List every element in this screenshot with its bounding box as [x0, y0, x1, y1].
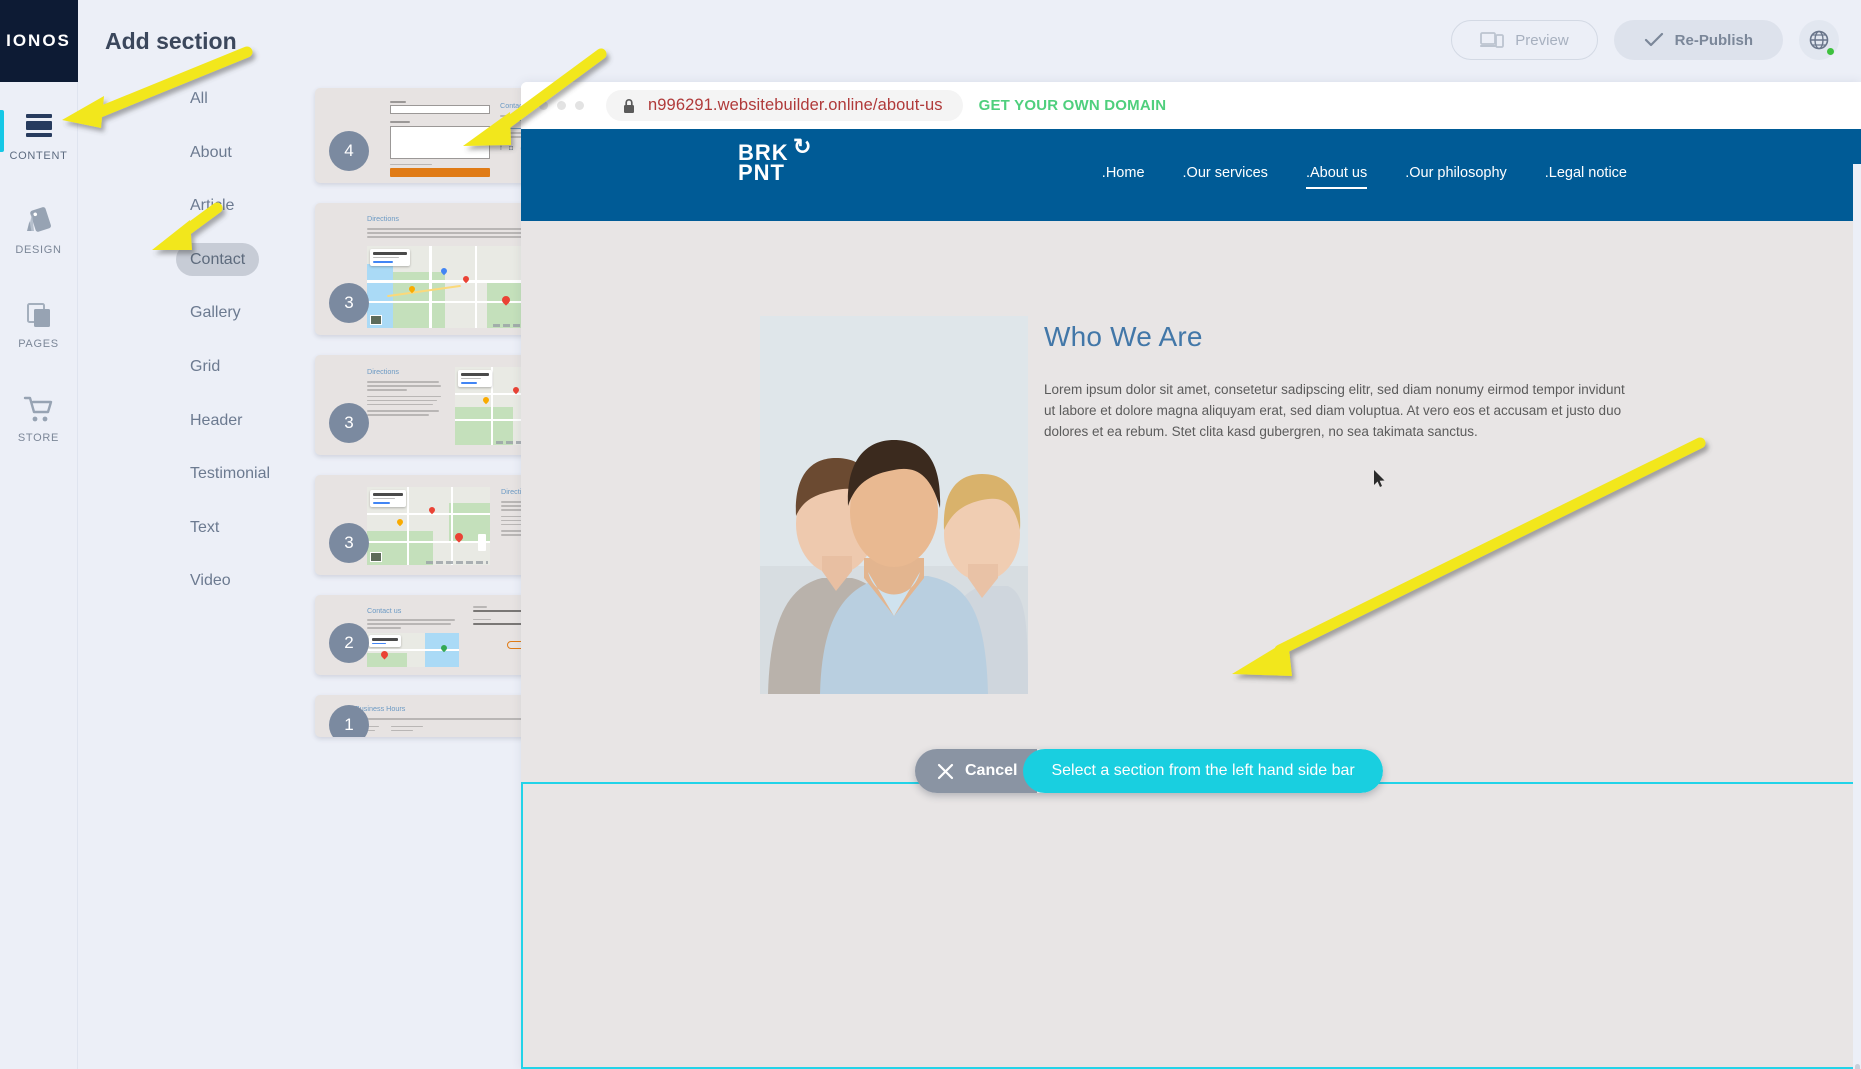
who-we-are-section: Who We Are Lorem ipsum dolor sit amet, c…: [1044, 321, 1629, 443]
thumbnail-badge: 3: [329, 403, 369, 443]
category-all[interactable]: All: [176, 82, 222, 116]
canvas-scrollbar[interactable]: [1855, 1064, 1860, 1069]
category-gallery[interactable]: Gallery: [176, 296, 255, 330]
team-photo: [760, 316, 1028, 694]
category-contact[interactable]: Contact: [176, 242, 260, 277]
map-info-card: [370, 490, 406, 508]
map-info-card: [369, 635, 401, 648]
preview-button[interactable]: Preview: [1451, 20, 1598, 60]
section-category-list: All About Article Contact Gallery Grid H…: [176, 82, 296, 618]
republish-label: Re-Publish: [1674, 31, 1753, 49]
pages-icon: [26, 302, 50, 327]
site-navigation: .Home .Our services .About us .Our philo…: [1102, 165, 1627, 189]
site-body: Who We Are Lorem ipsum dolor sit amet, c…: [521, 221, 1861, 791]
rail-item-design[interactable]: DESIGN: [0, 192, 78, 270]
preview-address-bar: n996291.websitebuilder.online/about-us G…: [521, 82, 1861, 129]
globe-icon: [1809, 30, 1829, 50]
url-pill[interactable]: n996291.websitebuilder.online/about-us: [606, 90, 963, 121]
mouse-cursor: [1374, 470, 1385, 487]
thumbnail-badge: 3: [329, 523, 369, 563]
map-info-card: [458, 370, 492, 388]
panel-title: Add section: [105, 28, 237, 54]
url-text: n996291.websitebuilder.online/about-us: [648, 96, 943, 114]
map-zoom-controls: [478, 534, 486, 551]
map-streetview-thumb: [370, 315, 382, 325]
instagram-icon: ◘: [508, 144, 514, 152]
lock-icon: [624, 98, 634, 113]
facebook-icon: f: [500, 144, 502, 152]
editor-canvas: n996291.websitebuilder.online/about-us G…: [521, 82, 1861, 1069]
thumbnail-badge: 3: [329, 283, 369, 323]
map-preview: [367, 633, 459, 667]
window-dot: [557, 101, 566, 110]
category-header[interactable]: Header: [176, 404, 256, 438]
map-attribution: [426, 561, 488, 564]
check-icon: [1644, 32, 1663, 47]
site-logo-mark: ↻: [793, 134, 812, 159]
devices-icon: [1480, 32, 1505, 48]
globe-status-dot: [1827, 48, 1834, 55]
category-article[interactable]: Article: [176, 189, 248, 223]
left-icon-rail: IONOS CONTENT DESIGN PAGES STORE: [0, 0, 78, 1069]
rail-item-content[interactable]: CONTENT: [0, 98, 78, 176]
select-section-hint-button[interactable]: Select a section from the left hand side…: [1023, 749, 1383, 793]
rail-item-store[interactable]: STORE: [0, 380, 78, 458]
section-title: Who We Are: [1044, 321, 1203, 352]
thumbnail-badge: 4: [329, 131, 369, 171]
category-grid[interactable]: Grid: [176, 350, 234, 384]
globe-button[interactable]: [1799, 20, 1839, 60]
rail-label-store: STORE: [17, 431, 60, 444]
thumbnail-badge: 2: [329, 623, 369, 663]
nav-link-our-philosophy[interactable]: .Our philosophy: [1405, 165, 1507, 189]
category-about[interactable]: About: [176, 136, 246, 170]
section-drop-zone[interactable]: [521, 782, 1861, 1069]
site-preview-frame: n996291.websitebuilder.online/about-us G…: [521, 82, 1861, 1069]
window-dot: [575, 101, 584, 110]
category-text[interactable]: Text: [176, 511, 233, 545]
select-section-label: Select a section from the left hand side…: [1051, 762, 1355, 779]
cancel-label: Cancel: [965, 762, 1018, 779]
thumbnail-badge: 1: [329, 705, 369, 737]
map-preview: [367, 487, 490, 565]
get-your-own-domain-link[interactable]: GET YOUR OWN DOMAIN: [979, 97, 1167, 114]
cancel-button[interactable]: Cancel: [915, 749, 1038, 793]
rail-item-pages[interactable]: PAGES: [0, 286, 78, 364]
content-blocks-icon: [25, 113, 52, 137]
preview-label: Preview: [1515, 31, 1569, 49]
window-dots: [539, 101, 584, 110]
rail-label-pages: PAGES: [18, 337, 59, 350]
website-builder-app: IONOS CONTENT DESIGN PAGES STORE Preview…: [0, 0, 1861, 1069]
rail-label-design: DESIGN: [15, 243, 62, 256]
nav-link-home[interactable]: .Home: [1102, 165, 1145, 189]
category-testimonial[interactable]: Testimonial: [176, 457, 284, 491]
republish-button[interactable]: Re-Publish: [1613, 20, 1783, 60]
site-header: BRK PNT ↻ .Home .Our services .About us …: [521, 129, 1861, 221]
window-dot: [539, 101, 548, 110]
ionos-logo: IONOS: [0, 0, 78, 82]
thumbnail-heading: Directions: [367, 367, 399, 376]
ionos-logo-text: IONOS: [6, 31, 71, 50]
site-logo-line2: PNT: [738, 160, 785, 185]
action-bar: Cancel Select a section from the left ha…: [915, 749, 1383, 793]
nav-link-legal-notice[interactable]: .Legal notice: [1545, 165, 1627, 189]
thumbnail-heading: Contact us: [367, 606, 402, 615]
add-section-panel: Add section All About Article Contact Ga…: [78, 0, 581, 1069]
site-logo[interactable]: BRK PNT: [738, 142, 789, 185]
nav-link-about-us[interactable]: .About us: [1305, 165, 1368, 189]
nav-link-our-services[interactable]: .Our services: [1183, 165, 1268, 189]
map-info-card: [370, 249, 410, 267]
palette-icon: [26, 206, 51, 232]
top-bar-actions: Preview Re-Publish: [1451, 20, 1839, 60]
canvas-right-gutter: [1853, 164, 1861, 1069]
shopping-cart-icon: [23, 396, 52, 421]
rail-label-content: CONTENT: [9, 149, 68, 162]
category-video[interactable]: Video: [176, 564, 245, 598]
close-icon: [937, 763, 954, 779]
map-streetview-thumb: [370, 552, 382, 562]
section-body-text: Lorem ipsum dolor sit amet, consetetur s…: [1044, 382, 1625, 439]
